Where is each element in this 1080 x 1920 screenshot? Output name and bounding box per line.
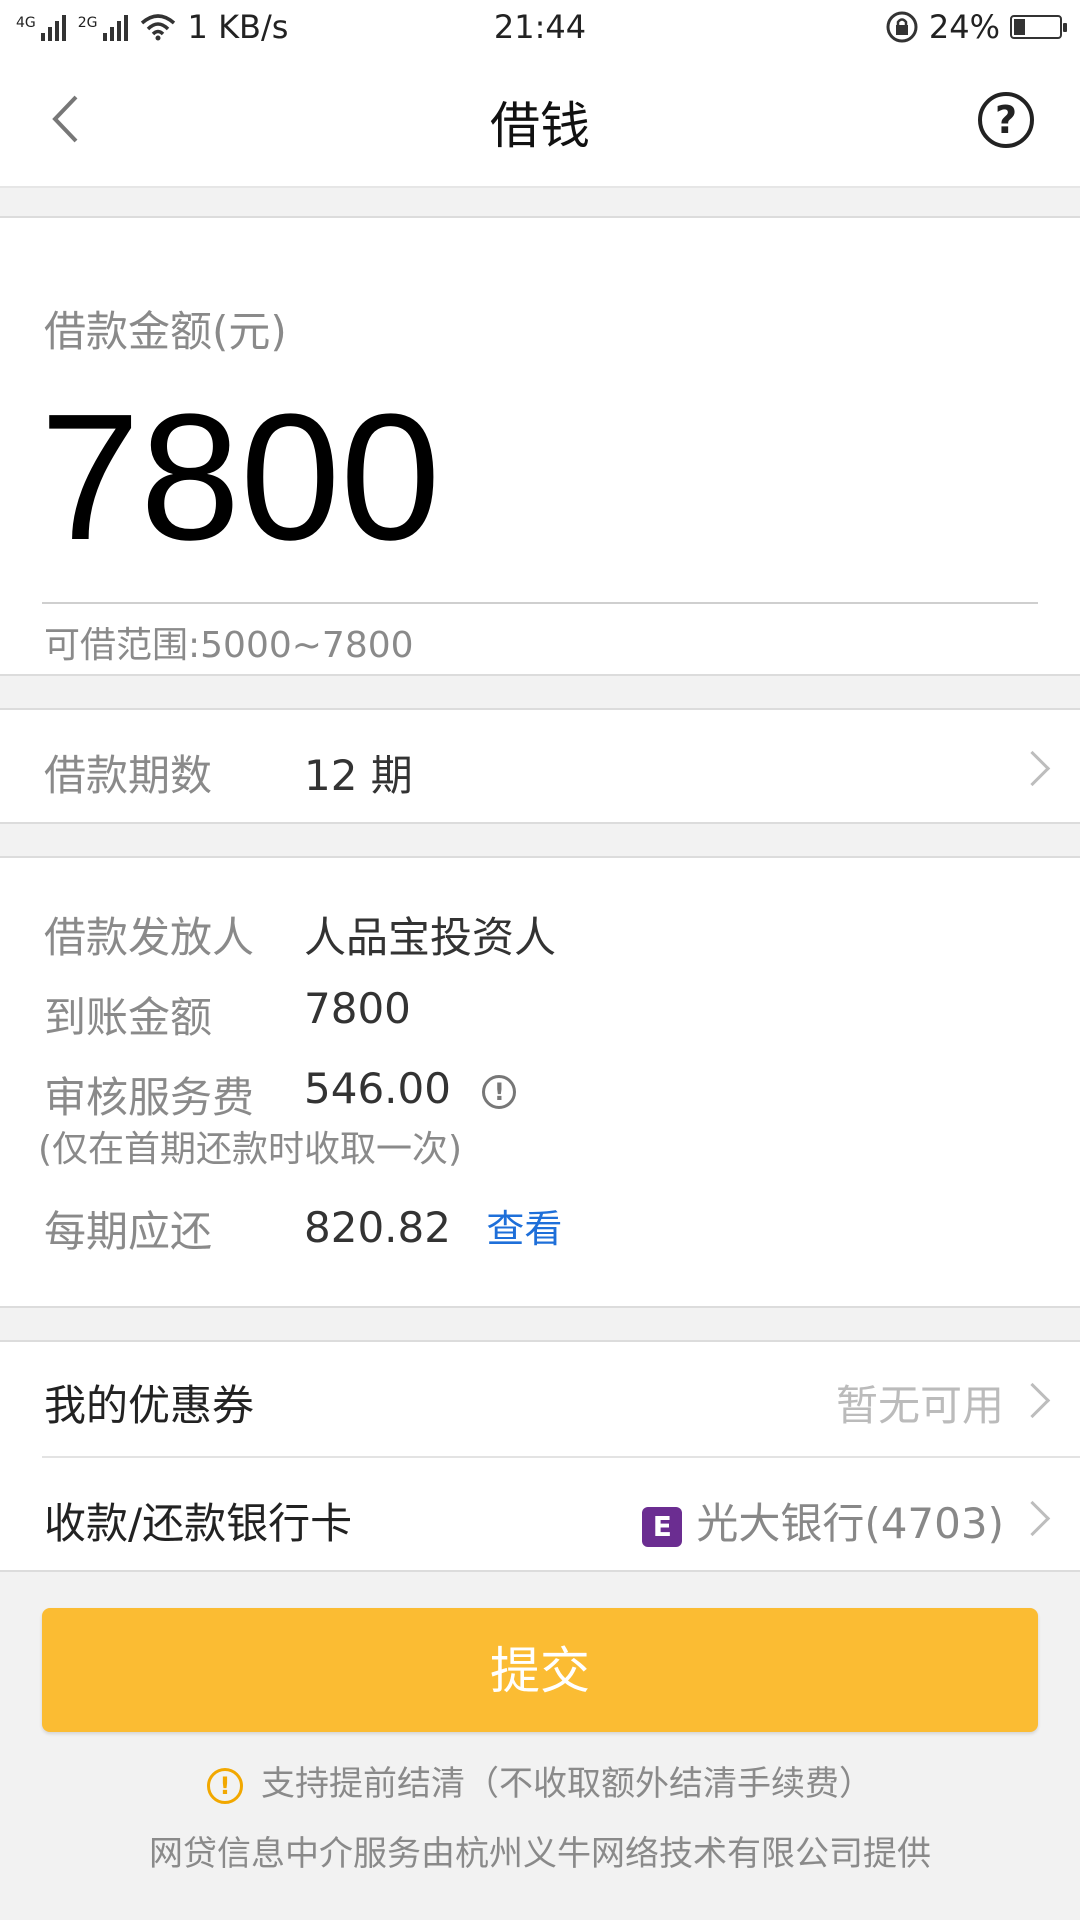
- help-button[interactable]: ?: [978, 92, 1034, 148]
- options-list: 我的优惠券 暂无可用 收款/还款银行卡 E 光大银行(4703): [0, 1340, 1080, 1572]
- divider: [42, 1456, 1080, 1458]
- installment-value-row: 820.82 查看: [304, 1198, 562, 1253]
- bank-card-value: 光大银行(4703): [696, 1499, 1004, 1548]
- status-bar: 4G 2G 1 KB/s 21:44 24%: [0, 0, 1080, 56]
- bank-card-value-row: E 光大银行(4703): [642, 1490, 1004, 1551]
- submit-button[interactable]: 提交: [42, 1608, 1038, 1732]
- lender-label: 借款发放人: [44, 913, 255, 962]
- navigation-bar: 借钱 ?: [0, 56, 1080, 188]
- coupon-value: 暂无可用: [835, 1381, 1004, 1430]
- question-circle-icon: ?: [994, 98, 1018, 142]
- chevron-right-icon: [1016, 1384, 1046, 1414]
- lender-value: 人品宝投资人: [304, 913, 557, 962]
- prepayment-notice: ! 支持提前结清（不收取额外结清手续费）: [0, 1756, 1080, 1805]
- fee-label: 审核服务费: [44, 1073, 255, 1122]
- bank-card-label: 收款/还款银行卡: [44, 1499, 353, 1548]
- fee-note: (仅在首期还款时收取一次): [38, 1129, 463, 1170]
- term-selector[interactable]: 借款期数 12 期: [0, 708, 1080, 824]
- received-value: 7800: [304, 984, 411, 1033]
- fee-value: 546.00: [304, 1064, 451, 1113]
- footer-disclaimer: 网贷信息中介服务由杭州义牛网络技术有限公司提供: [149, 1834, 931, 1874]
- fee-value-row: 546.00 !: [304, 1064, 517, 1113]
- notice-text: 支持提前结清（不收取额外结清手续费）: [261, 1764, 873, 1804]
- amount-label: 借款金额(元): [44, 307, 287, 356]
- term-label: 借款期数: [44, 751, 213, 800]
- battery-percent: 24%: [928, 8, 1000, 46]
- battery-level: [1014, 19, 1025, 35]
- term-value: 12 期: [304, 751, 413, 800]
- view-schedule-link[interactable]: 查看: [486, 1207, 562, 1251]
- bank-card-row[interactable]: 收款/还款银行卡 E 光大银行(4703): [0, 1460, 1080, 1574]
- bank-logo-icon: E: [642, 1506, 683, 1547]
- rotation-lock-icon: [886, 11, 918, 43]
- loan-details-card: 借款发放人 人品宝投资人 到账金额 7800 审核服务费 546.00 ! (仅…: [0, 856, 1080, 1308]
- page-title: 借钱: [490, 97, 590, 155]
- info-circle-icon[interactable]: !: [482, 1074, 517, 1109]
- amount-underline: [42, 602, 1038, 604]
- status-right: 24%: [885, 8, 1067, 46]
- chevron-right-icon: [1016, 752, 1046, 782]
- chevron-right-icon: [1016, 1502, 1046, 1532]
- coupon-label: 我的优惠券: [44, 1381, 255, 1430]
- received-label: 到账金额: [44, 993, 213, 1042]
- coupon-row[interactable]: 我的优惠券 暂无可用: [0, 1342, 1080, 1456]
- amount-card: 借款金额(元) 7800 可借范围:5000~7800: [0, 216, 1080, 676]
- installment-label: 每期应还: [44, 1207, 213, 1256]
- installment-value: 820.82: [304, 1203, 451, 1252]
- warning-circle-icon: !: [207, 1767, 243, 1804]
- amount-range: 可借范围:5000~7800: [44, 625, 414, 666]
- amount-input[interactable]: 7800: [40, 378, 440, 578]
- battery-icon: [1010, 15, 1067, 39]
